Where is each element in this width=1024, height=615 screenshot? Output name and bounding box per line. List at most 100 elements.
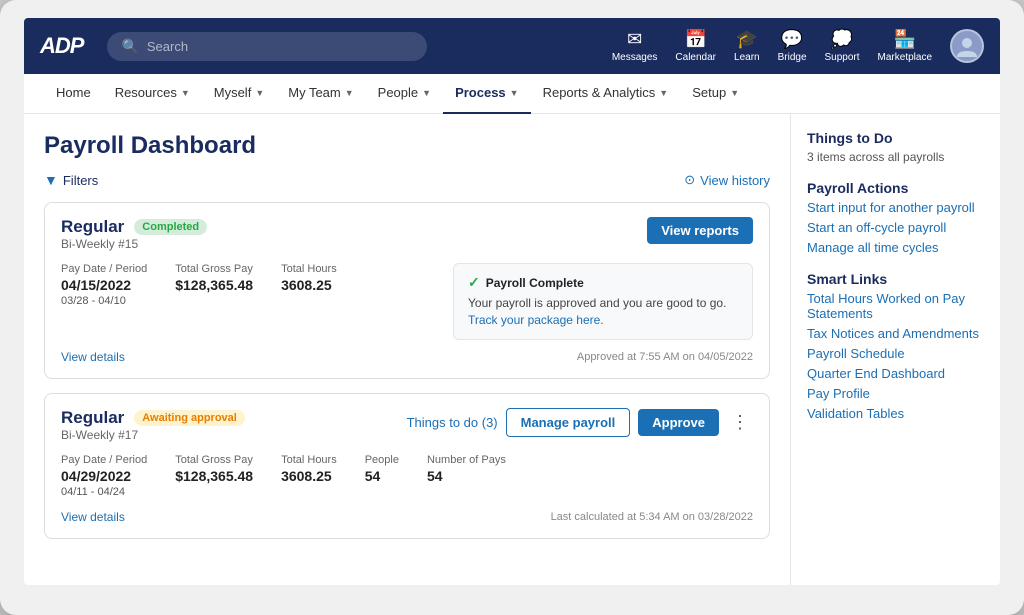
pay-date-value-2: 04/29/2022	[61, 468, 147, 484]
total-gross-value: $128,365.48	[175, 277, 253, 293]
bridge-icon: 💬	[781, 29, 803, 50]
marketplace-icon-btn[interactable]: 🏪 Marketplace	[878, 29, 932, 63]
sidebar-payroll-actions: Payroll Actions Start input for another …	[807, 180, 984, 255]
nav-setup[interactable]: Setup ▼	[680, 74, 751, 114]
total-hours-value-2: 3608.25	[281, 468, 337, 484]
top-bar: ADP 🔍 ✉ Messages 📅 Calendar 🎓 Learn	[24, 18, 1000, 74]
view-reports-button[interactable]: View reports	[647, 217, 753, 244]
nav-myself-label: Myself	[214, 85, 252, 100]
payroll-type-1: Regular	[61, 217, 124, 237]
bi-weekly-2: Bi-Weekly #17	[61, 428, 245, 442]
chevron-down-icon: ▼	[422, 88, 431, 98]
people-value: 54	[365, 468, 399, 484]
bridge-icon-btn[interactable]: 💬 Bridge	[778, 29, 807, 63]
nav-people[interactable]: People ▼	[366, 74, 443, 114]
view-details-link-1[interactable]: View details	[61, 350, 125, 364]
nav-bar: Home Resources ▼ Myself ▼ My Team ▼ Peop…	[24, 74, 1000, 114]
card-actions-2: Things to do (3) Manage payroll Approve …	[407, 408, 753, 437]
total-gross-label: Total Gross Pay	[175, 263, 253, 275]
card-footer-1: View details Approved at 7:55 AM on 04/0…	[61, 350, 753, 364]
messages-label: Messages	[612, 52, 658, 63]
sidebar-link-total-hours[interactable]: Total Hours Worked on Pay Statements	[807, 291, 984, 321]
num-pays-label: Number of Pays	[427, 454, 506, 466]
view-history-button[interactable]: ⊙ View history	[684, 172, 770, 188]
page-title: Payroll Dashboard	[44, 132, 770, 160]
filters-label: Filters	[63, 173, 98, 188]
sidebar-link-time-cycles[interactable]: Manage all time cycles	[807, 240, 984, 255]
card-data-row-1: Pay Date / Period 04/15/2022 03/28 - 04/…	[61, 263, 337, 307]
payroll-complete-title-text: Payroll Complete	[486, 276, 584, 290]
learn-icon-btn[interactable]: 🎓 Learn	[734, 29, 760, 63]
main-content: Payroll Dashboard ▼ Filters ⊙ View histo…	[24, 114, 1000, 585]
nav-process[interactable]: Process ▼	[443, 74, 531, 114]
payroll-complete-box: ✓ Payroll Complete Your payroll is appro…	[453, 263, 753, 340]
filters-row: ▼ Filters ⊙ View history	[44, 172, 770, 188]
pay-date-cell-2: Pay Date / Period 04/29/2022 04/11 - 04/…	[61, 454, 147, 498]
num-pays-cell: Number of Pays 54	[427, 454, 506, 498]
total-hours-cell: Total Hours 3608.25	[281, 263, 337, 307]
things-to-do-heading: Things to Do	[807, 130, 984, 146]
payroll-type-2: Regular	[61, 408, 124, 428]
nav-myself[interactable]: Myself ▼	[202, 74, 276, 114]
pay-date-label: Pay Date / Period	[61, 263, 147, 275]
search-bar[interactable]: 🔍	[107, 32, 427, 61]
nav-my-team[interactable]: My Team ▼	[276, 74, 365, 114]
calendar-icon: 📅	[685, 29, 707, 50]
sidebar-link-start-input[interactable]: Start input for another payroll	[807, 200, 984, 215]
chevron-down-icon: ▼	[255, 88, 264, 98]
nav-resources[interactable]: Resources ▼	[103, 74, 202, 114]
calendar-icon-btn[interactable]: 📅 Calendar	[675, 29, 716, 63]
total-hours-cell-2: Total Hours 3608.25	[281, 454, 337, 498]
nav-resources-label: Resources	[115, 85, 177, 100]
total-hours-label: Total Hours	[281, 263, 337, 275]
sidebar-link-quarter-end[interactable]: Quarter End Dashboard	[807, 366, 984, 381]
check-icon: ✓	[468, 274, 480, 291]
pay-period-value-2: 04/11 - 04/24	[61, 486, 147, 498]
nav-reports-label: Reports & Analytics	[543, 85, 656, 100]
status-badge-2: Awaiting approval	[134, 410, 245, 426]
screen: ADP 🔍 ✉ Messages 📅 Calendar 🎓 Learn	[24, 18, 1000, 585]
sidebar-link-payroll-schedule[interactable]: Payroll Schedule	[807, 346, 984, 361]
approve-button[interactable]: Approve	[638, 409, 719, 436]
payroll-card-1: Regular Completed Bi-Weekly #15 View rep…	[44, 202, 770, 379]
people-cell: People 54	[365, 454, 399, 498]
bi-weekly-1: Bi-Weekly #15	[61, 237, 207, 251]
support-icon: 💭	[831, 29, 853, 50]
sidebar-link-validation-tables[interactable]: Validation Tables	[807, 406, 984, 421]
smart-links-heading: Smart Links	[807, 271, 984, 287]
card-header-left-2: Regular Awaiting approval	[61, 408, 245, 428]
total-hours-value: 3608.25	[281, 277, 337, 293]
pay-period-value: 03/28 - 04/10	[61, 295, 147, 307]
things-to-do-sub: 3 items across all payrolls	[807, 150, 984, 164]
nav-process-label: Process	[455, 85, 506, 100]
avatar[interactable]	[950, 29, 984, 63]
nav-home[interactable]: Home	[44, 74, 103, 114]
sidebar-link-tax-notices[interactable]: Tax Notices and Amendments	[807, 326, 984, 341]
track-link[interactable]: Track your package here.	[468, 313, 604, 327]
more-options-button[interactable]: ⋮	[727, 412, 753, 433]
manage-payroll-button[interactable]: Manage payroll	[506, 408, 631, 437]
payroll-complete-msg: Your payroll is approved and you are goo…	[468, 295, 738, 329]
sidebar-link-pay-profile[interactable]: Pay Profile	[807, 386, 984, 401]
people-label: People	[365, 454, 399, 466]
sidebar-link-off-cycle[interactable]: Start an off-cycle payroll	[807, 220, 984, 235]
view-details-link-2[interactable]: View details	[61, 510, 125, 524]
messages-icon-btn[interactable]: ✉ Messages	[612, 29, 658, 63]
search-input[interactable]	[147, 39, 414, 54]
pay-date-label-2: Pay Date / Period	[61, 454, 147, 466]
view-history-label: View history	[700, 173, 770, 188]
nav-people-label: People	[378, 85, 418, 100]
laptop-frame: ADP 🔍 ✉ Messages 📅 Calendar 🎓 Learn	[0, 0, 1024, 615]
messages-icon: ✉	[627, 29, 642, 50]
sidebar-smart-links: Smart Links Total Hours Worked on Pay St…	[807, 271, 984, 421]
things-to-do-link[interactable]: Things to do (3)	[407, 415, 498, 430]
support-icon-btn[interactable]: 💭 Support	[825, 29, 860, 63]
card-footer-2: View details Last calculated at 5:34 AM …	[61, 510, 753, 524]
chevron-down-icon: ▼	[659, 88, 668, 98]
sidebar-things-to-do: Things to Do 3 items across all payrolls	[807, 130, 984, 164]
num-pays-value: 54	[427, 468, 506, 484]
filter-icon: ▼	[44, 172, 58, 188]
filters-button[interactable]: ▼ Filters	[44, 172, 98, 188]
nav-reports[interactable]: Reports & Analytics ▼	[531, 74, 681, 114]
total-hours-label-2: Total Hours	[281, 454, 337, 466]
